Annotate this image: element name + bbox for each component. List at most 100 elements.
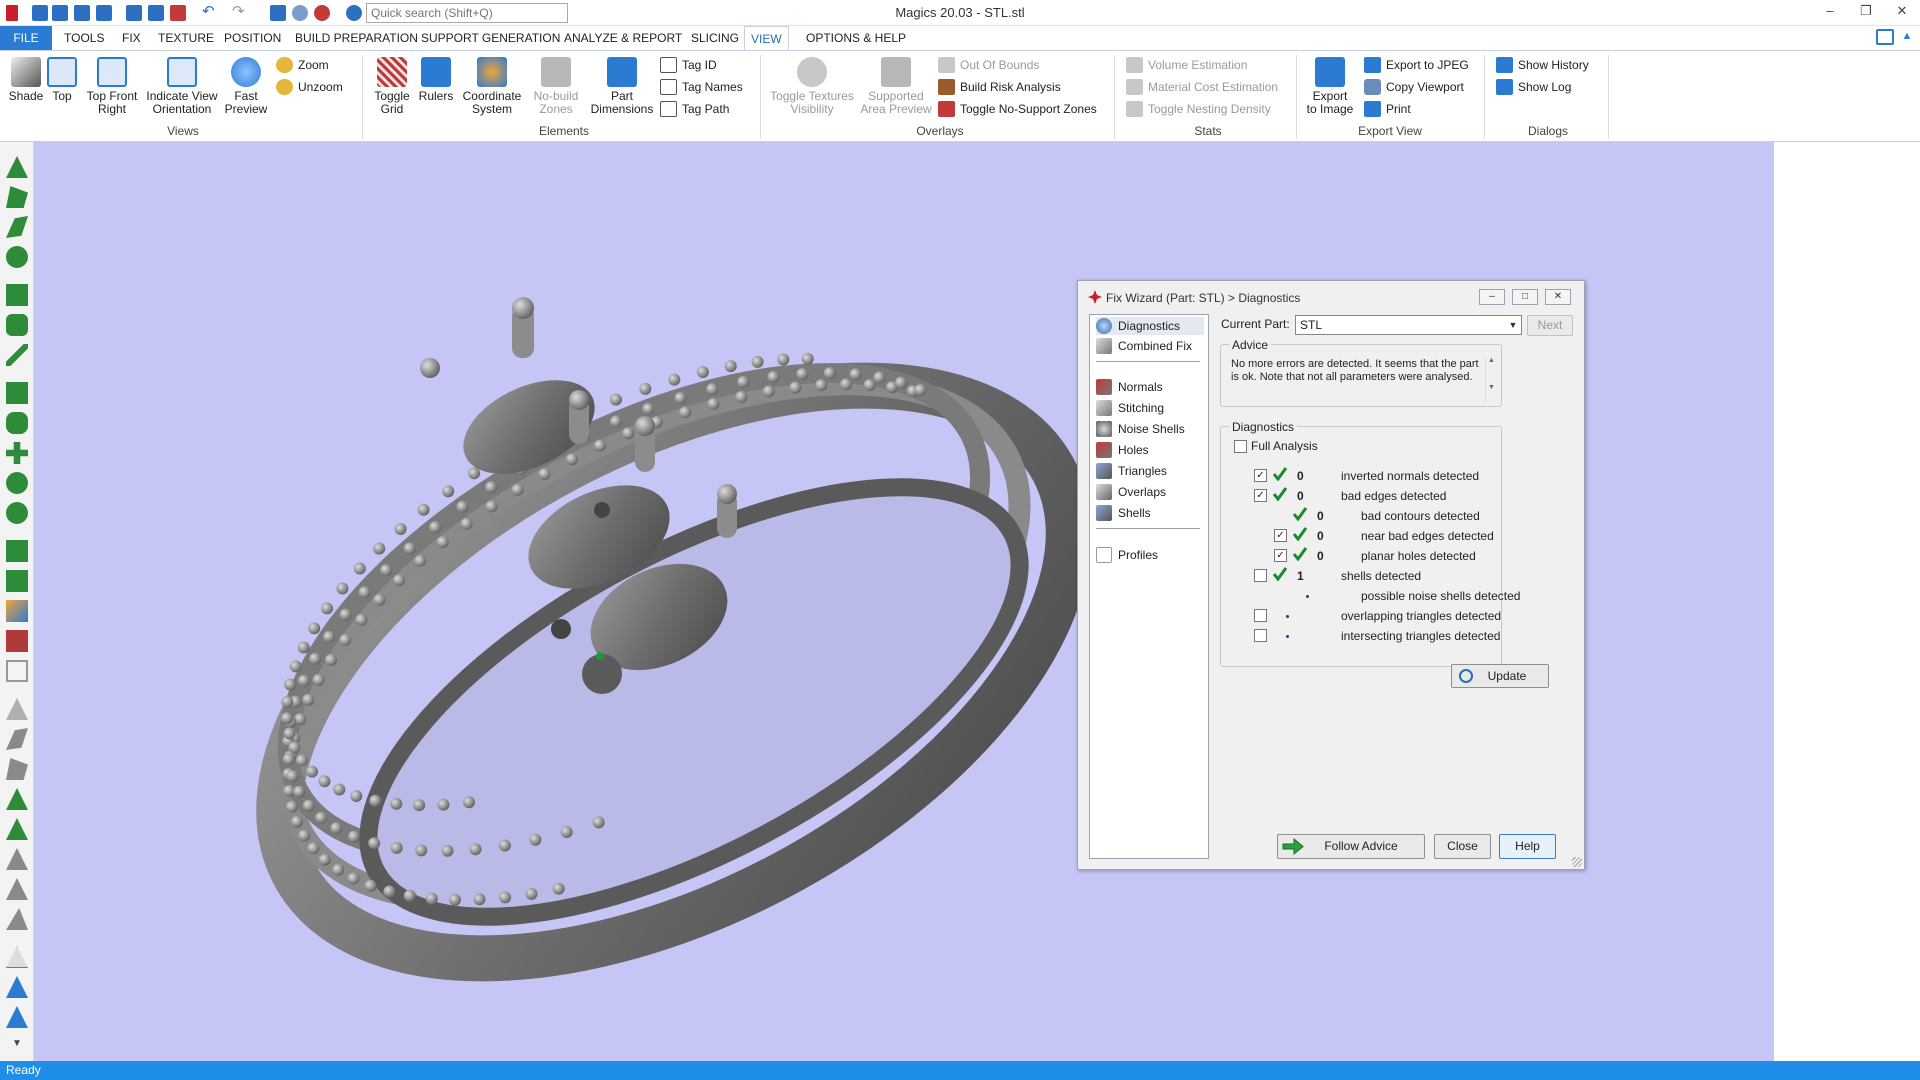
mark-outline-icon[interactable] [6, 946, 28, 968]
bad-edges-checkbox[interactable]: ✓ [1254, 489, 1267, 502]
out-of-bounds-button[interactable]: Out Of Bounds [938, 57, 1039, 75]
cube-marked-icon[interactable] [6, 570, 28, 592]
coordinate-system-button[interactable]: Coordinate System [456, 57, 528, 116]
toggle-no-support-zones-button[interactable]: Toggle No-Support Zones [938, 101, 1097, 119]
viewport-layout-icon[interactable] [1876, 29, 1894, 45]
unzoom-button[interactable]: Unzoom [276, 79, 343, 97]
nav-combined-fix[interactable]: Combined Fix [1096, 337, 1192, 355]
resize-grip-icon[interactable] [1572, 857, 1582, 867]
nav-noise-shells[interactable]: Noise Shells [1096, 420, 1185, 438]
copy-viewport-button[interactable]: Copy Viewport [1364, 79, 1464, 97]
tag-path-button[interactable]: Tag Path [660, 101, 729, 119]
shells-checkbox[interactable] [1254, 569, 1267, 582]
export-to-image-button[interactable]: Export to Image [1302, 57, 1358, 116]
no-build-zones-button[interactable]: No-build Zones [528, 57, 584, 116]
tab-slicing[interactable]: SLICING [685, 26, 745, 50]
tab-position[interactable]: POSITION [218, 26, 287, 50]
mark-triangle-icon[interactable] [6, 186, 28, 208]
tab-build-preparation[interactable]: BUILD PREPARATION [289, 26, 424, 50]
update-button[interactable]: Update [1451, 664, 1549, 688]
shade-button[interactable]: Shade [4, 57, 48, 103]
toggle-grid-button[interactable]: Toggle Grid [370, 57, 414, 116]
fast-preview-button[interactable]: Fast Preview [222, 57, 270, 116]
mark-shell-icon[interactable] [6, 246, 28, 268]
indicate-view-orientation-button[interactable]: Indicate View Orientation [144, 57, 220, 116]
current-part-select[interactable]: STL ▼ [1295, 315, 1522, 335]
scroll-down-icon[interactable]: ▼ [1486, 384, 1497, 391]
mark-wave-icon[interactable] [6, 382, 28, 404]
tab-tools[interactable]: TOOLS [58, 26, 110, 50]
mark-edge-icon[interactable] [6, 908, 28, 930]
scroll-up-icon[interactable]: ▲ [1486, 357, 1497, 364]
overlapping-checkbox[interactable] [1254, 609, 1267, 622]
toggle-textures-visibility-button[interactable]: Toggle Textures Visibility [766, 57, 858, 116]
tab-support-generation[interactable]: SUPPORT GENERATION [415, 26, 566, 50]
show-history-button[interactable]: Show History [1496, 57, 1589, 75]
help-button[interactable]: Help [1499, 834, 1556, 859]
mark-plane-icon[interactable] [6, 216, 28, 238]
zoom-button[interactable]: Zoom [276, 57, 329, 75]
mark-blue-icon[interactable] [6, 976, 28, 998]
nav-stitching[interactable]: Stitching [1096, 399, 1164, 417]
invert-marking-icon[interactable] [6, 818, 28, 840]
near-bad-edges-checkbox[interactable]: ✓ [1274, 529, 1287, 542]
close-button[interactable]: Close [1434, 834, 1491, 859]
shrink-marking-icon[interactable] [6, 878, 28, 900]
tag-id-button[interactable]: Tag ID [660, 57, 717, 75]
nav-holes[interactable]: Holes [1096, 441, 1149, 459]
dialog-close-button[interactable]: ✕ [1545, 289, 1571, 305]
nav-normals[interactable]: Normals [1096, 378, 1163, 396]
tab-file[interactable]: FILE [0, 26, 52, 50]
intersecting-checkbox[interactable] [1254, 629, 1267, 642]
show-log-button[interactable]: Show Log [1496, 79, 1571, 97]
planar-holes-checkbox[interactable]: ✓ [1274, 549, 1287, 562]
mark-surface-icon[interactable] [6, 284, 28, 306]
follow-advice-button[interactable]: Follow Advice [1277, 834, 1425, 859]
advice-scrollbar[interactable]: ▲ ▼ [1485, 357, 1497, 403]
tab-options-help[interactable]: OPTIONS & HELP [800, 26, 912, 50]
supported-area-preview-button[interactable]: Supported Area Preview [858, 57, 934, 116]
material-cost-estimation-button[interactable]: Material Cost Estimation [1126, 79, 1278, 97]
cube-icon[interactable] [6, 540, 28, 562]
rulers-button[interactable]: Rulers [414, 57, 458, 103]
export-to-jpeg-button[interactable]: Export to JPEG [1364, 57, 1469, 75]
mark-loop-icon[interactable] [6, 412, 28, 434]
minimize-button[interactable]: – [1818, 3, 1842, 21]
unmark-curve-icon[interactable] [6, 758, 28, 780]
mark-sphere-icon[interactable] [6, 472, 28, 494]
nav-overlaps[interactable]: Overlaps [1096, 483, 1166, 501]
ribbon-help-icon[interactable]: ▲ [1900, 30, 1914, 44]
mark-contour-icon[interactable] [6, 314, 28, 336]
nav-profiles[interactable]: Profiles [1096, 546, 1158, 564]
restore-button[interactable]: ❐ [1854, 3, 1878, 21]
print-button[interactable]: Print [1364, 101, 1411, 119]
cube-outline-icon[interactable] [6, 660, 28, 682]
tab-view[interactable]: VIEW [744, 26, 789, 50]
nav-diagnostics[interactable]: Diagnostics [1096, 317, 1204, 335]
tag-names-button[interactable]: Tag Names [660, 79, 743, 97]
next-button[interactable]: Next [1527, 315, 1573, 336]
top-front-right-button[interactable]: Top Front Right [82, 57, 142, 116]
top-view-button[interactable]: Top [44, 57, 80, 103]
mark-blue2-icon[interactable] [6, 1006, 28, 1028]
mark-curve-icon[interactable] [6, 344, 28, 366]
unmark-shell-icon[interactable] [6, 788, 28, 810]
tab-analyze-report[interactable]: ANALYZE & REPORT [558, 26, 688, 50]
cube-color-icon[interactable] [6, 600, 28, 622]
unmark-plane-icon[interactable] [6, 728, 28, 750]
nav-triangles[interactable]: Triangles [1096, 462, 1167, 480]
inverted-normals-checkbox[interactable]: ✓ [1254, 469, 1267, 482]
tab-texture[interactable]: TEXTURE [152, 26, 220, 50]
toggle-nesting-density-button[interactable]: Toggle Nesting Density [1126, 101, 1271, 119]
part-dimensions-button[interactable]: Part Dimensions [586, 57, 658, 116]
nav-shells[interactable]: Shells [1096, 504, 1151, 522]
volume-estimation-button[interactable]: Volume Estimation [1126, 57, 1247, 75]
dialog-minimize-button[interactable]: – [1479, 289, 1505, 305]
dialog-maximize-button[interactable]: □ [1512, 289, 1538, 305]
build-risk-analysis-button[interactable]: Build Risk Analysis [938, 79, 1061, 97]
toolbar-overflow-icon[interactable]: ▼ [6, 1038, 28, 1052]
full-analysis-checkbox[interactable] [1234, 440, 1247, 453]
mark-radial-icon[interactable] [6, 502, 28, 524]
tab-fix[interactable]: FIX [116, 26, 147, 50]
select-tool-icon[interactable] [6, 156, 28, 178]
